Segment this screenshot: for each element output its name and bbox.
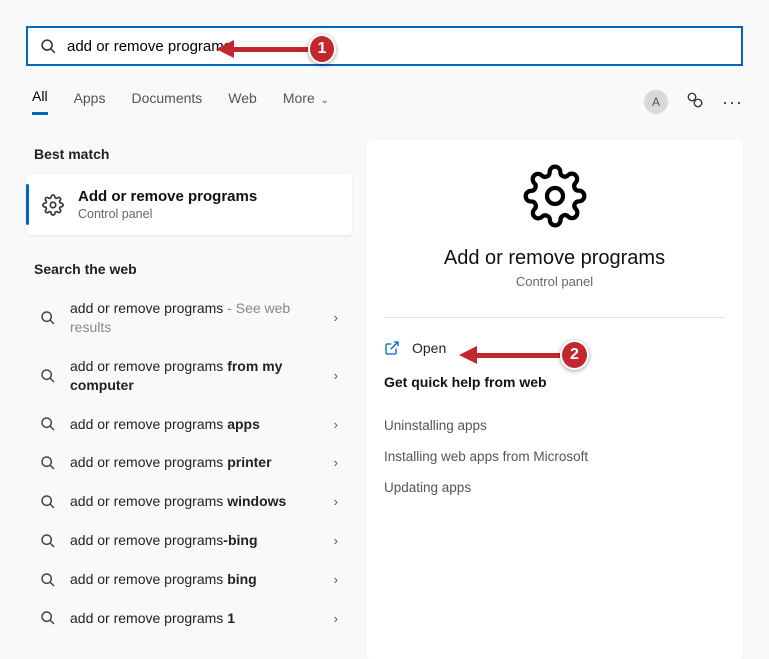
web-result-text: add or remove programs bing [70, 570, 320, 589]
annotation-arrow-1: 1 [216, 34, 336, 64]
web-results-list: add or remove programs - See web results… [26, 289, 352, 638]
chevron-right-icon: › [334, 368, 338, 383]
web-result-item[interactable]: add or remove programs bing › [26, 560, 352, 599]
detail-panel: Add or remove programs Control panel Ope… [366, 140, 743, 659]
best-match-subtitle: Control panel [78, 207, 257, 221]
web-result-text: add or remove programs-bing [70, 531, 320, 550]
search-icon [40, 310, 56, 326]
chevron-right-icon: › [334, 533, 338, 548]
annotation-badge-2: 2 [560, 340, 589, 370]
chevron-right-icon: › [334, 455, 338, 470]
chevron-down-icon: ⌄ [318, 95, 329, 106]
open-external-icon [384, 340, 400, 356]
tab-documents[interactable]: Documents [131, 90, 202, 114]
search-bar[interactable] [26, 26, 743, 66]
search-input[interactable] [67, 38, 729, 55]
best-match-header: Best match [26, 140, 352, 174]
open-label: Open [412, 340, 446, 356]
tab-more[interactable]: More ⌄ [283, 90, 329, 114]
web-result-text: add or remove programs apps [70, 415, 320, 434]
chevron-right-icon: › [334, 310, 338, 325]
search-web-header: Search the web [26, 255, 352, 289]
best-match-item[interactable]: Add or remove programs Control panel [26, 174, 352, 235]
search-icon [40, 610, 56, 626]
help-link[interactable]: Updating apps [384, 472, 725, 503]
detail-title: Add or remove programs [444, 247, 665, 270]
search-icon [40, 572, 56, 588]
web-result-text: add or remove programs windows [70, 492, 320, 511]
search-icon [40, 38, 57, 55]
web-result-text: add or remove programs printer [70, 453, 320, 472]
chevron-right-icon: › [334, 494, 338, 509]
web-result-text: add or remove programs from my computer [70, 357, 320, 395]
chevron-right-icon: › [334, 611, 338, 626]
search-icon [40, 494, 56, 510]
filter-tabs: All Apps Documents Web More ⌄ [32, 88, 329, 115]
search-icon [40, 455, 56, 471]
gear-icon [42, 194, 64, 216]
chevron-right-icon: › [334, 572, 338, 587]
annotation-badge-1: 1 [308, 34, 336, 64]
rewards-icon[interactable] [686, 91, 704, 114]
search-icon [40, 368, 56, 384]
divider [384, 317, 725, 318]
quick-help-header: Get quick help from web [384, 374, 725, 410]
avatar[interactable]: A [644, 90, 668, 114]
search-icon [40, 416, 56, 432]
detail-subtitle: Control panel [516, 274, 593, 289]
tab-all[interactable]: All [32, 88, 48, 115]
annotation-arrow-2: 2 [459, 340, 589, 370]
help-link[interactable]: Uninstalling apps [384, 410, 725, 441]
gear-icon [523, 164, 587, 233]
web-result-item[interactable]: add or remove programs from my computer › [26, 347, 352, 405]
web-result-item[interactable]: add or remove programs - See web results… [26, 289, 352, 347]
web-result-item[interactable]: add or remove programs windows › [26, 482, 352, 521]
tab-apps[interactable]: Apps [74, 90, 106, 114]
chevron-right-icon: › [334, 417, 338, 432]
help-link[interactable]: Installing web apps from Microsoft [384, 441, 725, 472]
best-match-title: Add or remove programs [78, 188, 257, 205]
web-result-item[interactable]: add or remove programs printer › [26, 443, 352, 482]
web-result-item[interactable]: add or remove programs 1 › [26, 599, 352, 638]
search-icon [40, 533, 56, 549]
tab-web[interactable]: Web [228, 90, 257, 114]
web-result-text: add or remove programs 1 [70, 609, 320, 628]
top-right-icons: A ··· [644, 90, 743, 114]
web-result-text: add or remove programs - See web results [70, 299, 320, 337]
web-result-item[interactable]: add or remove programs-bing › [26, 521, 352, 560]
web-result-item[interactable]: add or remove programs apps › [26, 405, 352, 444]
more-icon[interactable]: ··· [722, 92, 743, 113]
results-column: Best match Add or remove programs Contro… [26, 140, 352, 659]
